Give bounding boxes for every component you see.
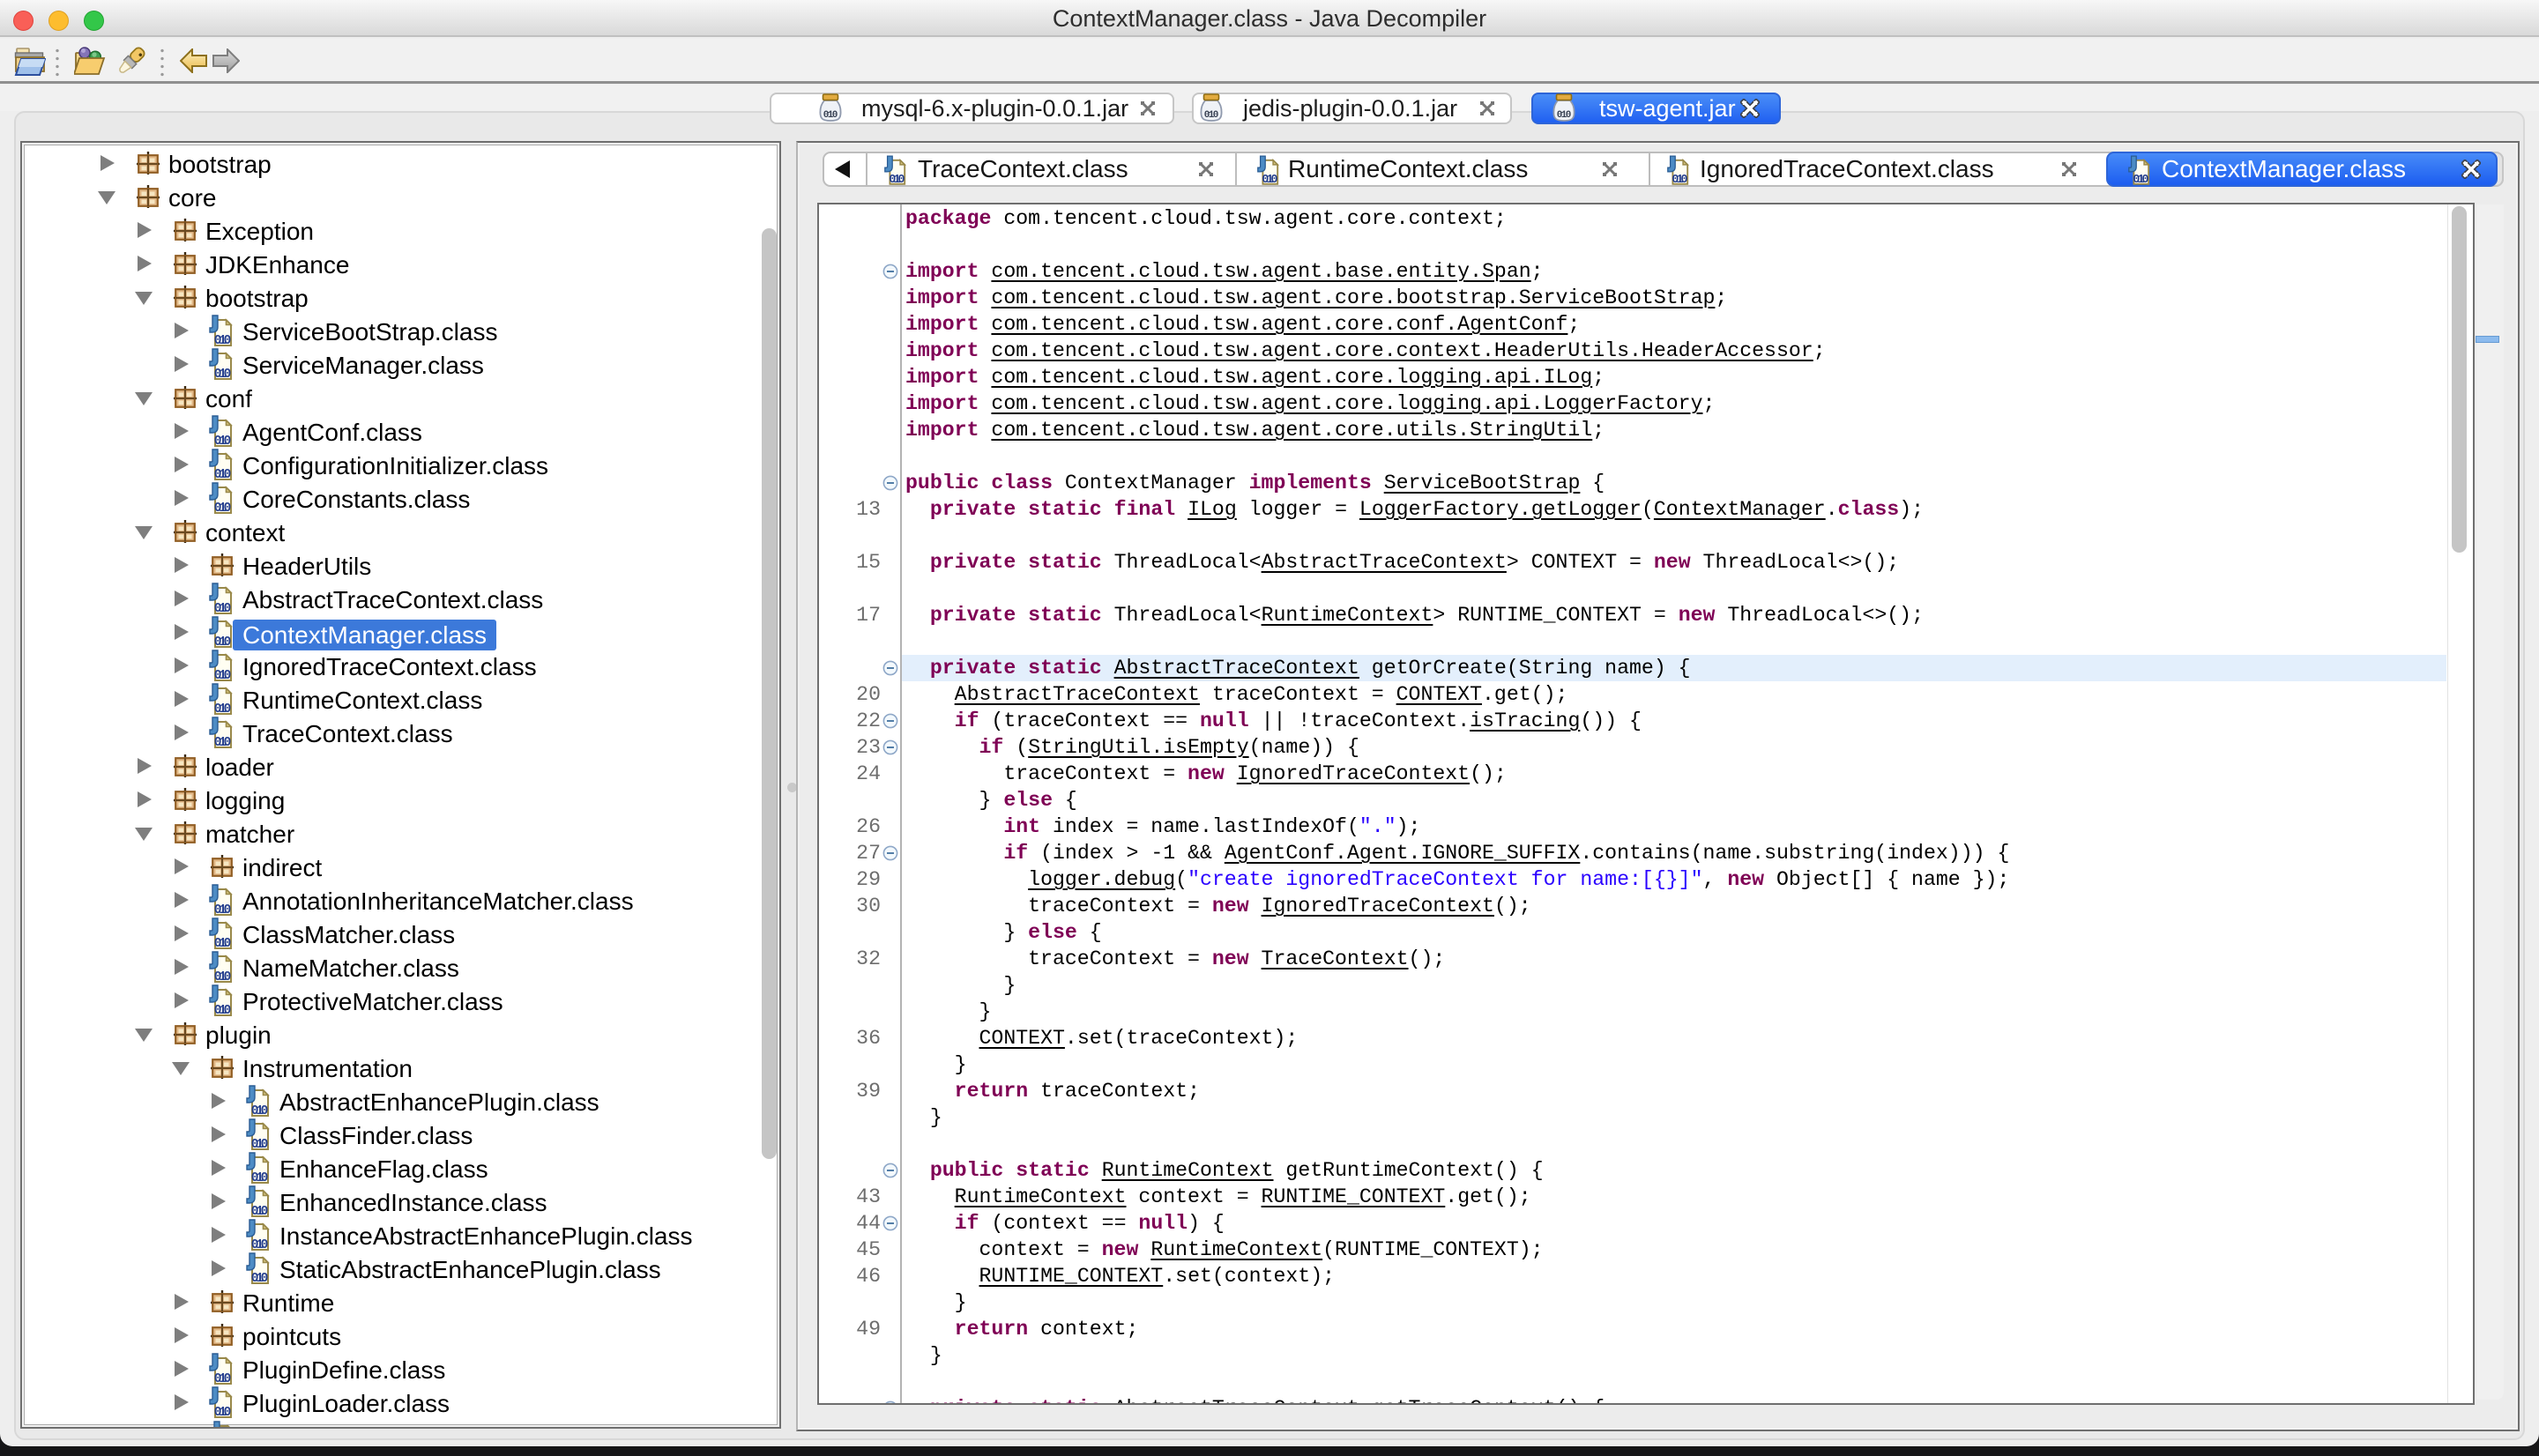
svg-text:010: 010: [214, 1406, 231, 1419]
svg-text:010: 010: [214, 1004, 231, 1017]
svg-text:010: 010: [214, 702, 231, 716]
svg-text:010: 010: [214, 635, 231, 649]
svg-text:010: 010: [214, 334, 231, 347]
svg-text:010: 010: [2133, 174, 2148, 186]
svg-text:010: 010: [214, 435, 231, 448]
svg-text:010: 010: [214, 368, 231, 381]
svg-text:010: 010: [251, 1138, 269, 1151]
svg-text:010: 010: [214, 736, 231, 749]
svg-text:010: 010: [251, 1171, 269, 1185]
svg-text:010: 010: [251, 1238, 269, 1252]
svg-text:010: 010: [1262, 174, 1277, 186]
svg-text:010: 010: [214, 1372, 231, 1385]
svg-text:010: 010: [214, 501, 231, 515]
svg-text:010: 010: [823, 110, 838, 121]
svg-text:010: 010: [1557, 110, 1572, 121]
svg-text:010: 010: [214, 602, 231, 615]
svg-text:010: 010: [1672, 174, 1687, 186]
svg-text:010: 010: [214, 970, 231, 984]
svg-text:010: 010: [251, 1272, 269, 1285]
svg-text:010: 010: [1204, 110, 1219, 121]
svg-text:010: 010: [214, 669, 231, 682]
svg-text:010: 010: [214, 468, 231, 481]
svg-text:010: 010: [214, 937, 231, 950]
svg-text:010: 010: [214, 903, 231, 917]
svg-text:010: 010: [889, 174, 905, 186]
svg-text:010: 010: [251, 1104, 269, 1118]
svg-text:010: 010: [251, 1205, 269, 1218]
